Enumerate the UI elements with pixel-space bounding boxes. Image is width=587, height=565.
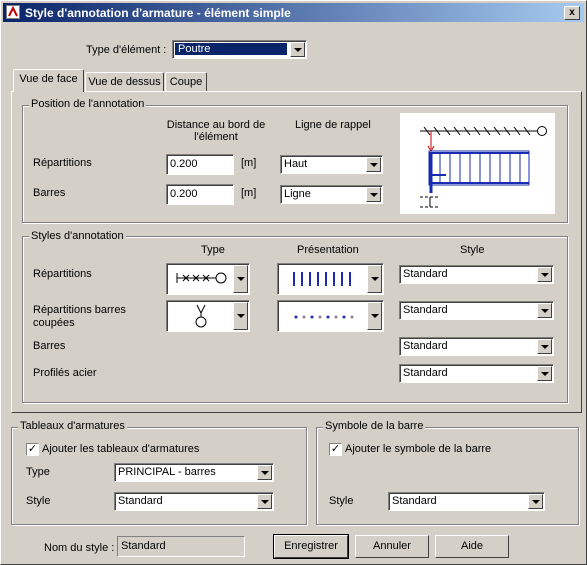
tab-coupe[interactable]: Coupe <box>165 72 207 92</box>
tableaux-style-dropdown[interactable]: Standard <box>114 492 274 511</box>
chevron-down-icon[interactable] <box>537 366 552 381</box>
barres-distance-input[interactable]: 0.200 <box>166 184 234 205</box>
help-button[interactable]: Aide <box>435 535 509 558</box>
save-button[interactable]: Enregistrer <box>273 534 349 559</box>
repartitions-style-value: Standard <box>403 268 448 280</box>
style-name-label: Nom du style : <box>44 542 115 554</box>
repartitions-style-dropdown[interactable]: Standard <box>399 265 554 284</box>
profiles-acier-style-dropdown[interactable]: Standard <box>399 364 554 383</box>
symbole-group-title: Symbole de la barre <box>323 420 426 432</box>
barres-style-label: Barres <box>33 340 66 352</box>
annotation-preview-image <box>400 113 555 214</box>
tableaux-group-title: Tableaux d'armatures <box>18 420 127 432</box>
element-type-label: Type d'élément : <box>86 44 167 56</box>
vertical-bars-icon <box>293 272 351 286</box>
symbole-style-value: Standard <box>392 495 437 507</box>
element-type-value: Poutre <box>175 43 287 55</box>
chevron-down-icon[interactable] <box>233 302 248 330</box>
chevron-down-icon[interactable] <box>537 267 552 282</box>
tableaux-type-label: Type <box>26 466 50 478</box>
type-column-header: Type <box>201 244 225 256</box>
coupees-presentation-dropdown[interactable] <box>277 300 384 332</box>
symbole-style-label: Style <box>329 495 354 507</box>
symbole-style-dropdown[interactable]: Standard <box>388 492 545 511</box>
window-title: Style d'annotation d'armature - élément … <box>25 6 291 20</box>
element-type-dropdown[interactable]: Poutre <box>172 40 307 59</box>
repartitions-style-label: Répartitions <box>33 268 92 280</box>
section-symbol-icon <box>195 304 207 328</box>
chevron-down-icon[interactable] <box>528 494 543 509</box>
styles-group-title: Styles d'annotation <box>29 230 126 242</box>
distance-column-header: Distance au bord de l'élément <box>166 119 266 143</box>
chevron-down-icon[interactable] <box>290 42 305 57</box>
chevron-down-icon[interactable] <box>257 465 272 480</box>
tableaux-style-label: Style <box>26 495 51 507</box>
chevron-down-icon[interactable] <box>537 339 552 354</box>
repartitions-unit: [m] <box>241 157 257 169</box>
chevron-down-icon[interactable] <box>257 494 272 509</box>
barres-style-value: Standard <box>403 340 448 352</box>
tableaux-type-dropdown[interactable]: PRINCIPAL - barres <box>114 463 274 482</box>
chevron-down-icon[interactable] <box>233 265 248 293</box>
profiles-acier-label: Profilés acier <box>33 367 97 379</box>
symbole-checkbox[interactable]: ✓ <box>329 443 342 456</box>
barres-position-label: Barres <box>33 187 66 199</box>
barres-rappel-dropdown[interactable]: Ligne <box>280 185 383 204</box>
repartitions-presentation-dropdown[interactable] <box>277 263 384 295</box>
symbole-checkbox-label[interactable]: Ajouter le symbole de la barre <box>345 443 491 455</box>
repartition-line-icon <box>176 272 227 284</box>
tab-vue-de-face[interactable]: Vue de face <box>13 69 84 92</box>
coupees-style-value: Standard <box>403 304 448 316</box>
chevron-down-icon[interactable] <box>367 302 382 330</box>
app-icon <box>6 5 20 19</box>
barres-unit: [m] <box>241 187 257 199</box>
barres-rappel-value: Ligne <box>284 188 311 200</box>
repartitions-distance-input[interactable]: 0.200 <box>166 154 234 175</box>
repartitions-distance-value: 0.200 <box>170 158 198 170</box>
style-name-value: Standard <box>121 540 166 552</box>
repartitions-position-label: Répartitions <box>33 157 92 169</box>
tableaux-checkbox-label[interactable]: Ajouter les tableaux d'armatures <box>42 443 199 455</box>
rappel-column-header: Ligne de rappel <box>295 119 371 131</box>
cancel-button[interactable]: Annuler <box>355 535 429 558</box>
repartitions-type-dropdown[interactable] <box>166 263 250 295</box>
dotted-line-icon <box>294 315 354 319</box>
title-bar[interactable]: Style d'annotation d'armature - élément … <box>3 3 584 22</box>
chevron-down-icon[interactable] <box>537 303 552 318</box>
presentation-column-header: Présentation <box>297 244 359 256</box>
close-button[interactable]: x <box>564 6 580 20</box>
coupees-style-dropdown[interactable]: Standard <box>399 301 554 320</box>
chevron-down-icon[interactable] <box>366 187 381 202</box>
chevron-down-icon[interactable] <box>366 157 381 172</box>
repartitions-coupees-label: Répartitions barres coupées <box>33 304 126 329</box>
barres-style-dropdown[interactable]: Standard <box>399 337 554 356</box>
coupees-type-dropdown[interactable] <box>166 300 250 332</box>
style-name-field[interactable]: Standard <box>117 536 245 557</box>
tableaux-style-value: Standard <box>118 495 163 507</box>
style-column-header: Style <box>460 244 485 256</box>
tableaux-type-value: PRINCIPAL - barres <box>118 466 216 478</box>
repartitions-rappel-value: Haut <box>284 158 308 170</box>
position-group-title: Position de l'annotation <box>29 98 147 110</box>
tab-vue-de-dessus[interactable]: Vue de dessus <box>85 72 164 92</box>
profiles-acier-style-value: Standard <box>403 367 448 379</box>
tableaux-checkbox[interactable]: ✓ <box>26 443 39 456</box>
dialog-window: Style d'annotation d'armature - élément … <box>0 0 587 565</box>
barres-distance-value: 0.200 <box>170 188 198 200</box>
chevron-down-icon[interactable] <box>367 265 382 293</box>
repartitions-rappel-dropdown[interactable]: Haut <box>280 155 383 174</box>
